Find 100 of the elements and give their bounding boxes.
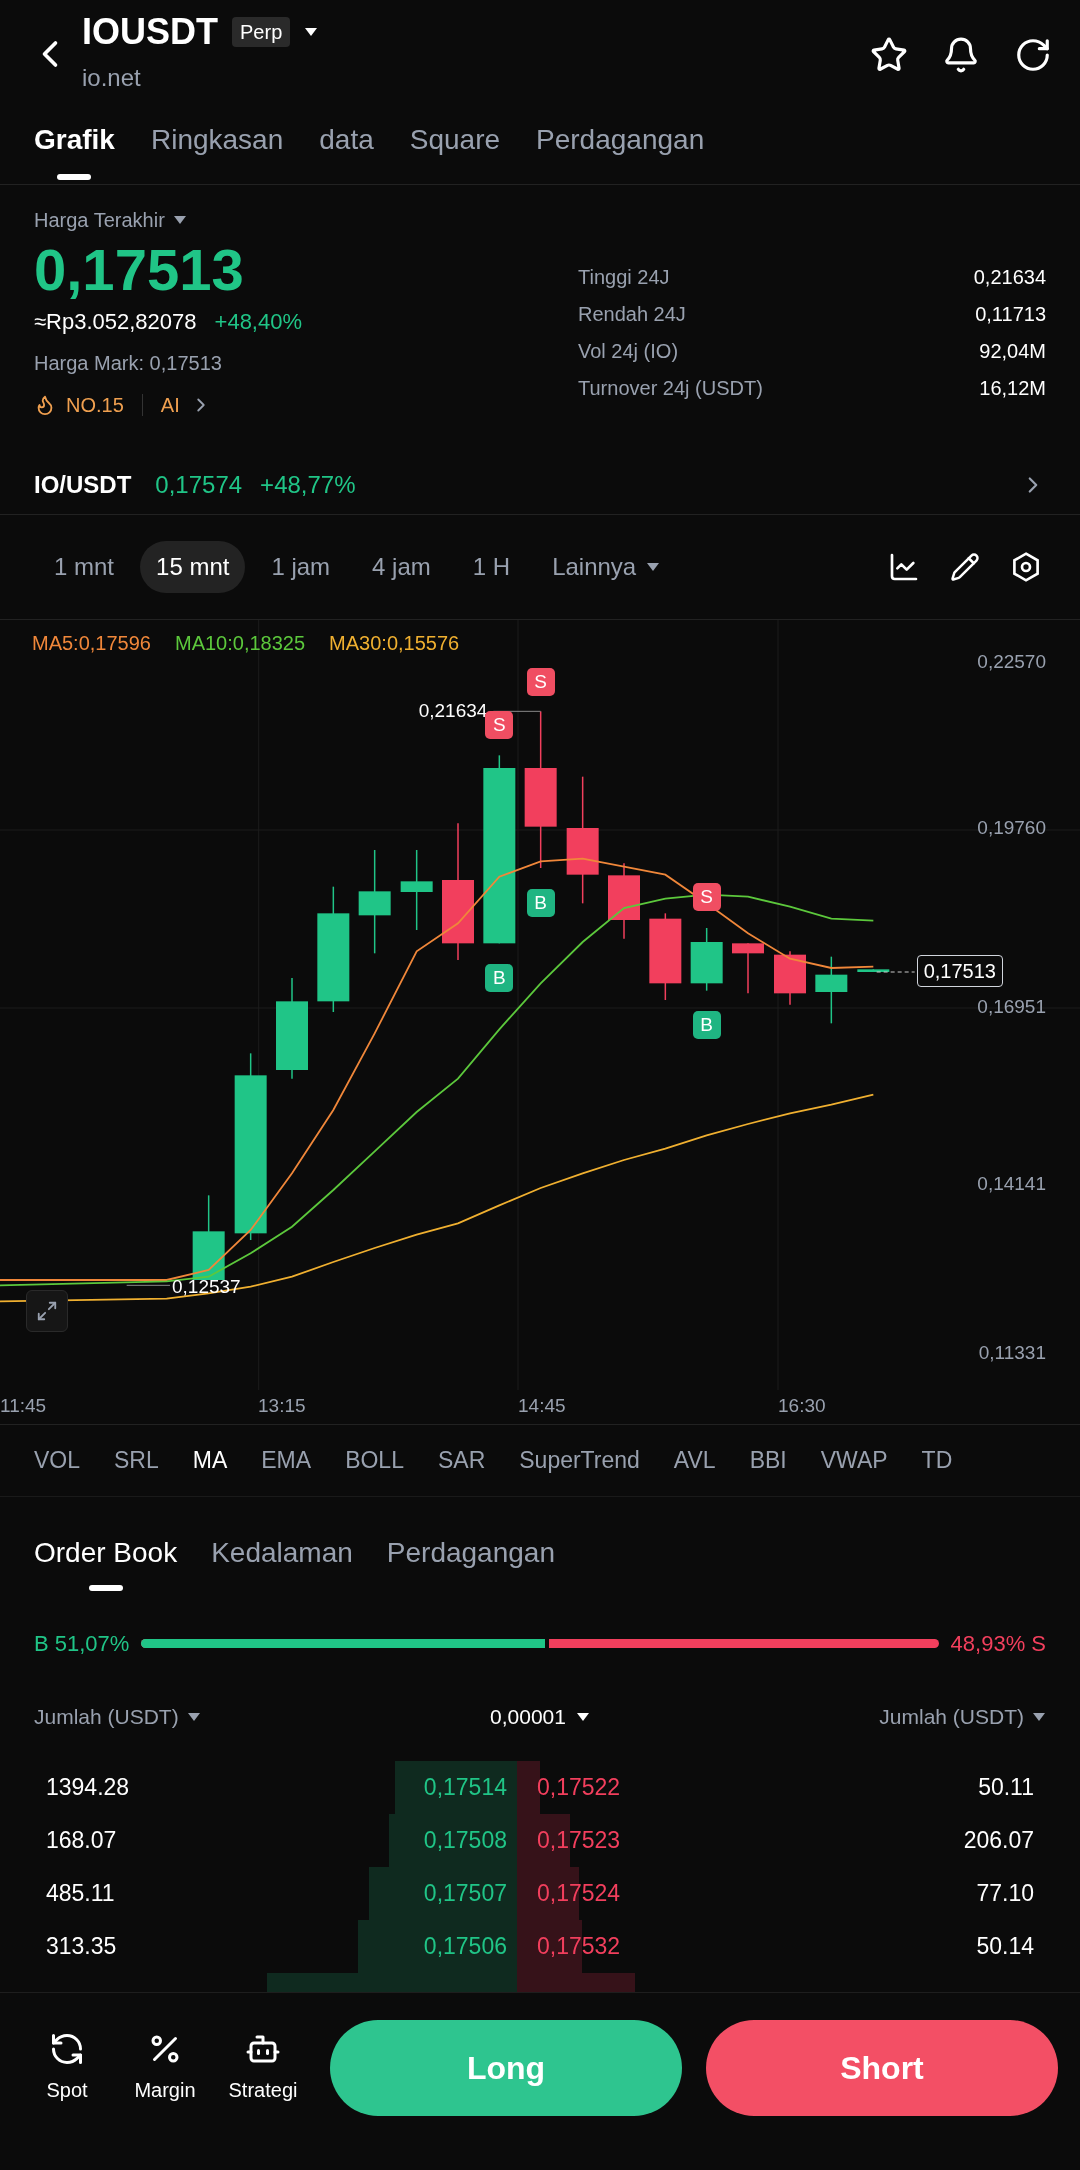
dropdown-caret-icon: [575, 1712, 590, 1722]
timeframe-tab[interactable]: 15 mnt: [140, 541, 246, 593]
indicator-tab[interactable]: VOL: [34, 1443, 81, 1478]
candlestick: [732, 942, 764, 995]
candlestick: [774, 950, 806, 1006]
indicator-chart-icon[interactable]: [888, 551, 920, 583]
low-price-label: 0,12537: [172, 1275, 241, 1298]
column-header[interactable]: Jumlah (USDT): [879, 1701, 1024, 1733]
expand-icon: [36, 1300, 58, 1322]
time-axis-label: 11:45: [0, 1394, 47, 1418]
page-tab[interactable]: Ringkasan: [150, 120, 284, 160]
rank-label: NO.15: [66, 393, 124, 418]
order-book-tab[interactable]: Kedalaman: [211, 1533, 353, 1573]
sell-signal-marker: S: [692, 883, 721, 912]
moving-average-legend: MA5:0,17596: [32, 628, 151, 658]
stat-value: 92,04M: [979, 339, 1046, 363]
buy-signal-marker: B: [692, 1010, 721, 1039]
buy-signal-marker: B: [526, 889, 555, 918]
bid-amount: 168.07: [46, 1826, 117, 1856]
price-line: [876, 971, 916, 973]
stat-label: Rendah 24J: [578, 302, 686, 326]
timeframe-tab[interactable]: 4 jam: [356, 541, 447, 593]
stat-label: Tinggi 24J: [578, 265, 670, 289]
stat-label: Turnover 24j (USDT): [578, 376, 763, 400]
price-axis-label: 0,16951: [977, 995, 1046, 1018]
price-type-label[interactable]: Harga Terakhir: [34, 205, 165, 235]
ask-price: 0,17532: [537, 1932, 621, 1962]
bottom-nav-item[interactable]: Strategi: [218, 2031, 308, 2105]
bid-price: 0,17508: [423, 1826, 507, 1856]
circular-arrow-icon[interactable]: [1014, 36, 1052, 74]
indicator-tab[interactable]: SRL: [114, 1443, 159, 1478]
ask-price: 0,17524: [537, 1879, 621, 1909]
column-header[interactable]: Jumlah (USDT): [34, 1701, 179, 1733]
bottom-nav-item[interactable]: Margin: [120, 2031, 210, 2105]
circular-arrows-icon: [49, 2031, 85, 2067]
ask-price: 0,17523: [537, 1826, 621, 1856]
draw-pencil-icon[interactable]: [950, 552, 980, 582]
more-timeframes-button[interactable]: Lainnya: [536, 549, 677, 585]
settings-icon[interactable]: [1010, 551, 1042, 583]
ask-amount: 206.07: [963, 1826, 1034, 1856]
bid-amount: 313.35: [46, 1932, 117, 1962]
sell-signal-marker: S: [485, 710, 514, 739]
time-axis-label: 13:15: [258, 1394, 306, 1418]
ai-link[interactable]: AI: [160, 390, 180, 420]
indicator-tab[interactable]: VWAP: [820, 1443, 888, 1478]
indicator-tab[interactable]: TD: [921, 1443, 953, 1478]
sell-signal-marker: S: [526, 668, 555, 696]
timeframe-tab[interactable]: 1 mnt: [38, 541, 131, 593]
time-axis-label: 14:45: [518, 1394, 566, 1418]
indicator-tab[interactable]: AVL: [673, 1443, 716, 1478]
page-tab[interactable]: data: [319, 120, 374, 160]
last-price: 0,17513: [34, 236, 245, 304]
price-change: +48,40%: [214, 308, 302, 336]
order-book-tab[interactable]: Order Book: [34, 1533, 178, 1573]
page-tab[interactable]: Perdagangan: [536, 120, 705, 160]
spot-pair-change: +48,77%: [260, 469, 356, 500]
timeframe-tab[interactable]: 1 jam: [255, 541, 347, 593]
price-axis-label: 0,11331: [978, 1342, 1046, 1365]
bid-amount: 485.11: [46, 1879, 115, 1909]
selected-tab-indicator: [57, 174, 92, 180]
favorite-star-icon[interactable]: [870, 36, 908, 74]
price-axis-label: 0,14141: [977, 1173, 1046, 1195]
fiat-price: ≈Rp3.052,82078: [34, 308, 197, 336]
moving-average-legend: MA30:0,15576: [329, 628, 460, 658]
dropdown-caret-icon: [186, 1712, 201, 1722]
precision-selector[interactable]: 0,00001: [490, 1701, 566, 1733]
stat-value: 0,11713: [975, 302, 1046, 326]
symbol-title: IOUSDT: [82, 10, 218, 54]
alert-bell-icon[interactable]: [942, 36, 980, 74]
buy-ratio: B 51,07%: [34, 1629, 130, 1658]
bid-price: 0,17514: [423, 1773, 507, 1803]
ask-amount: 77.10: [976, 1879, 1034, 1909]
stat-value: 16,12M: [979, 376, 1046, 400]
price-axis-label: 0,22570: [977, 651, 1046, 673]
high-price-label: 0,21634: [418, 700, 488, 723]
indicator-tab[interactable]: BOLL: [345, 1443, 404, 1478]
indicator-tab[interactable]: BBI: [749, 1443, 787, 1478]
bottom-nav-item[interactable]: Spot: [22, 2031, 112, 2105]
page-tab[interactable]: Grafik: [34, 120, 115, 160]
indicator-tab[interactable]: SuperTrend: [519, 1443, 640, 1478]
symbol-dropdown-icon: [304, 27, 319, 37]
dropdown-caret-icon: [646, 562, 661, 572]
indicator-tab[interactable]: MA: [192, 1443, 228, 1478]
stat-value: 0,21634: [973, 265, 1046, 289]
timeframe-tab[interactable]: 1 H: [456, 541, 527, 593]
ask-amount: 50.11: [978, 1773, 1034, 1803]
candlestick: [690, 927, 723, 992]
stat-label: Vol 24j (IO): [578, 339, 679, 363]
spot-pair-symbol[interactable]: IO/USDT: [34, 466, 132, 503]
mark-price: Harga Mark: 0,17513: [34, 351, 223, 376]
order-book-tab[interactable]: Perdagangan: [386, 1533, 555, 1573]
expand-button[interactable]: [26, 1290, 68, 1332]
time-axis-label: 16:30: [778, 1394, 826, 1418]
indicator-tab[interactable]: SAR: [437, 1443, 486, 1478]
indicator-tab[interactable]: EMA: [261, 1443, 312, 1478]
ask-amount: 50.14: [976, 1932, 1034, 1962]
contract-tag: Perp: [232, 17, 291, 47]
dropdown-caret-icon: [1032, 1712, 1046, 1722]
candlestick: [857, 968, 890, 973]
page-tab[interactable]: Square: [409, 120, 501, 160]
